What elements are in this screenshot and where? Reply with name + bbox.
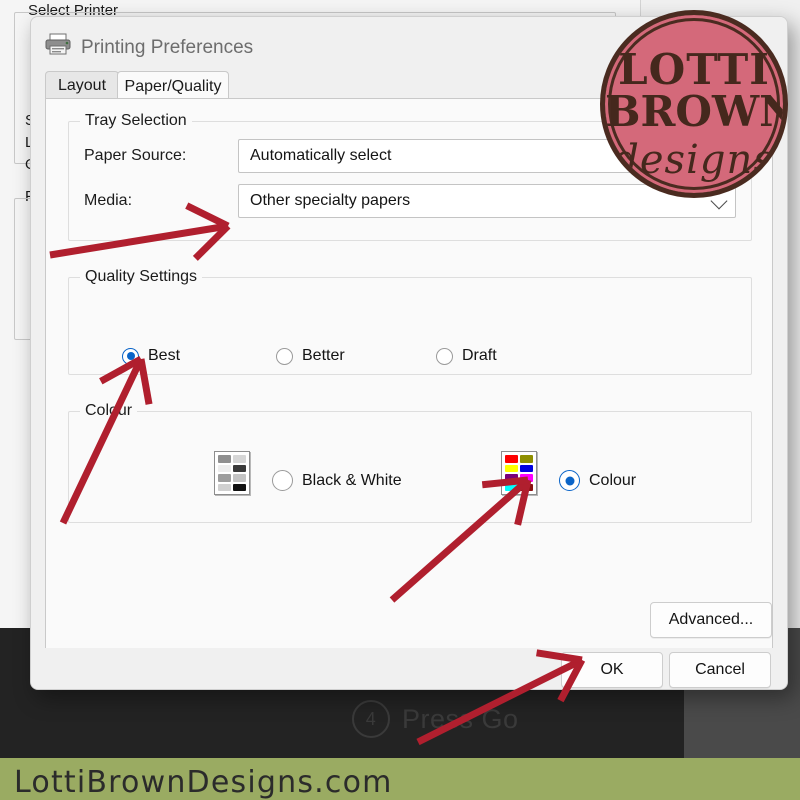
advanced-button[interactable]: Advanced... [650, 602, 772, 638]
swatch-5 [520, 474, 533, 482]
radio-indicator-better[interactable] [276, 347, 293, 365]
swatch-2 [218, 464, 231, 472]
press-go-step-number: 4 [352, 700, 390, 738]
cancel-button[interactable]: Cancel [669, 652, 771, 688]
colour-swatch-grid [505, 455, 533, 491]
swatch-3 [233, 464, 246, 472]
footer-site-text: LottiBrownDesigns.com [14, 765, 393, 800]
group-colour-legend: Colour [80, 402, 138, 420]
swatch-0 [505, 455, 518, 463]
media-label: Media: [84, 192, 133, 209]
radio-label-best: Best [148, 347, 181, 364]
swatch-0 [218, 455, 231, 463]
swatch-2 [505, 464, 518, 472]
radio-label-draft: Draft [462, 347, 497, 364]
dialog-footer-bar: OK Cancel [31, 648, 787, 689]
lotti-brown-logo: LOTTI BROWN designs [600, 10, 788, 198]
tab-paper-quality[interactable]: Paper/Quality [117, 71, 229, 101]
media-value: Other specialty papers [250, 192, 411, 209]
ok-button[interactable]: OK [561, 652, 663, 688]
radio-label-black-white: Black & White [302, 471, 402, 489]
group-quality-settings-legend: Quality Settings [80, 268, 203, 286]
radio-quality-draft[interactable]: Draft [436, 347, 497, 365]
swatch-4 [505, 474, 518, 482]
swatch-1 [233, 455, 246, 463]
press-go-hint: 4 Press Go [352, 700, 519, 738]
swatch-3 [520, 464, 533, 472]
greyscale-paper-icon [214, 451, 250, 495]
group-colour [68, 411, 752, 523]
logo-line-2: BROWN [605, 87, 788, 136]
radio-quality-best[interactable]: Best [122, 347, 180, 365]
screenshot-root: Select Printer S L O P 4 Press Go Printi… [0, 0, 800, 800]
tab-layout[interactable]: Layout [45, 71, 119, 100]
printer-icon [45, 33, 71, 55]
paper-source-value: Automatically select [250, 147, 392, 164]
swatch-4 [218, 474, 231, 482]
swatch-6 [505, 483, 518, 491]
swatch-6 [218, 483, 231, 491]
group-tray-selection-legend: Tray Selection [80, 112, 192, 130]
radio-indicator-colour[interactable] [559, 470, 580, 491]
colour-paper-icon [501, 451, 537, 495]
greyscale-swatch-grid [218, 455, 246, 491]
radio-indicator-draft[interactable] [436, 347, 453, 365]
dialog-title: Printing Preferences [81, 37, 254, 58]
radio-colour-colour[interactable]: Colour [559, 470, 636, 491]
swatch-7 [233, 483, 246, 491]
swatch-5 [233, 474, 246, 482]
logo-line-3: designs [613, 137, 775, 183]
swatch-7 [520, 483, 533, 491]
swatch-1 [520, 455, 533, 463]
press-go-label: Press Go [402, 703, 519, 734]
radio-indicator-best[interactable] [122, 347, 139, 365]
radio-quality-better[interactable]: Better [276, 347, 345, 365]
radio-indicator-black-white[interactable] [272, 470, 293, 491]
radio-colour-black-white[interactable]: Black & White [272, 470, 402, 491]
paper-source-label: Paper Source: [84, 147, 187, 164]
radio-label-better: Better [302, 347, 345, 364]
radio-label-colour: Colour [589, 471, 637, 489]
